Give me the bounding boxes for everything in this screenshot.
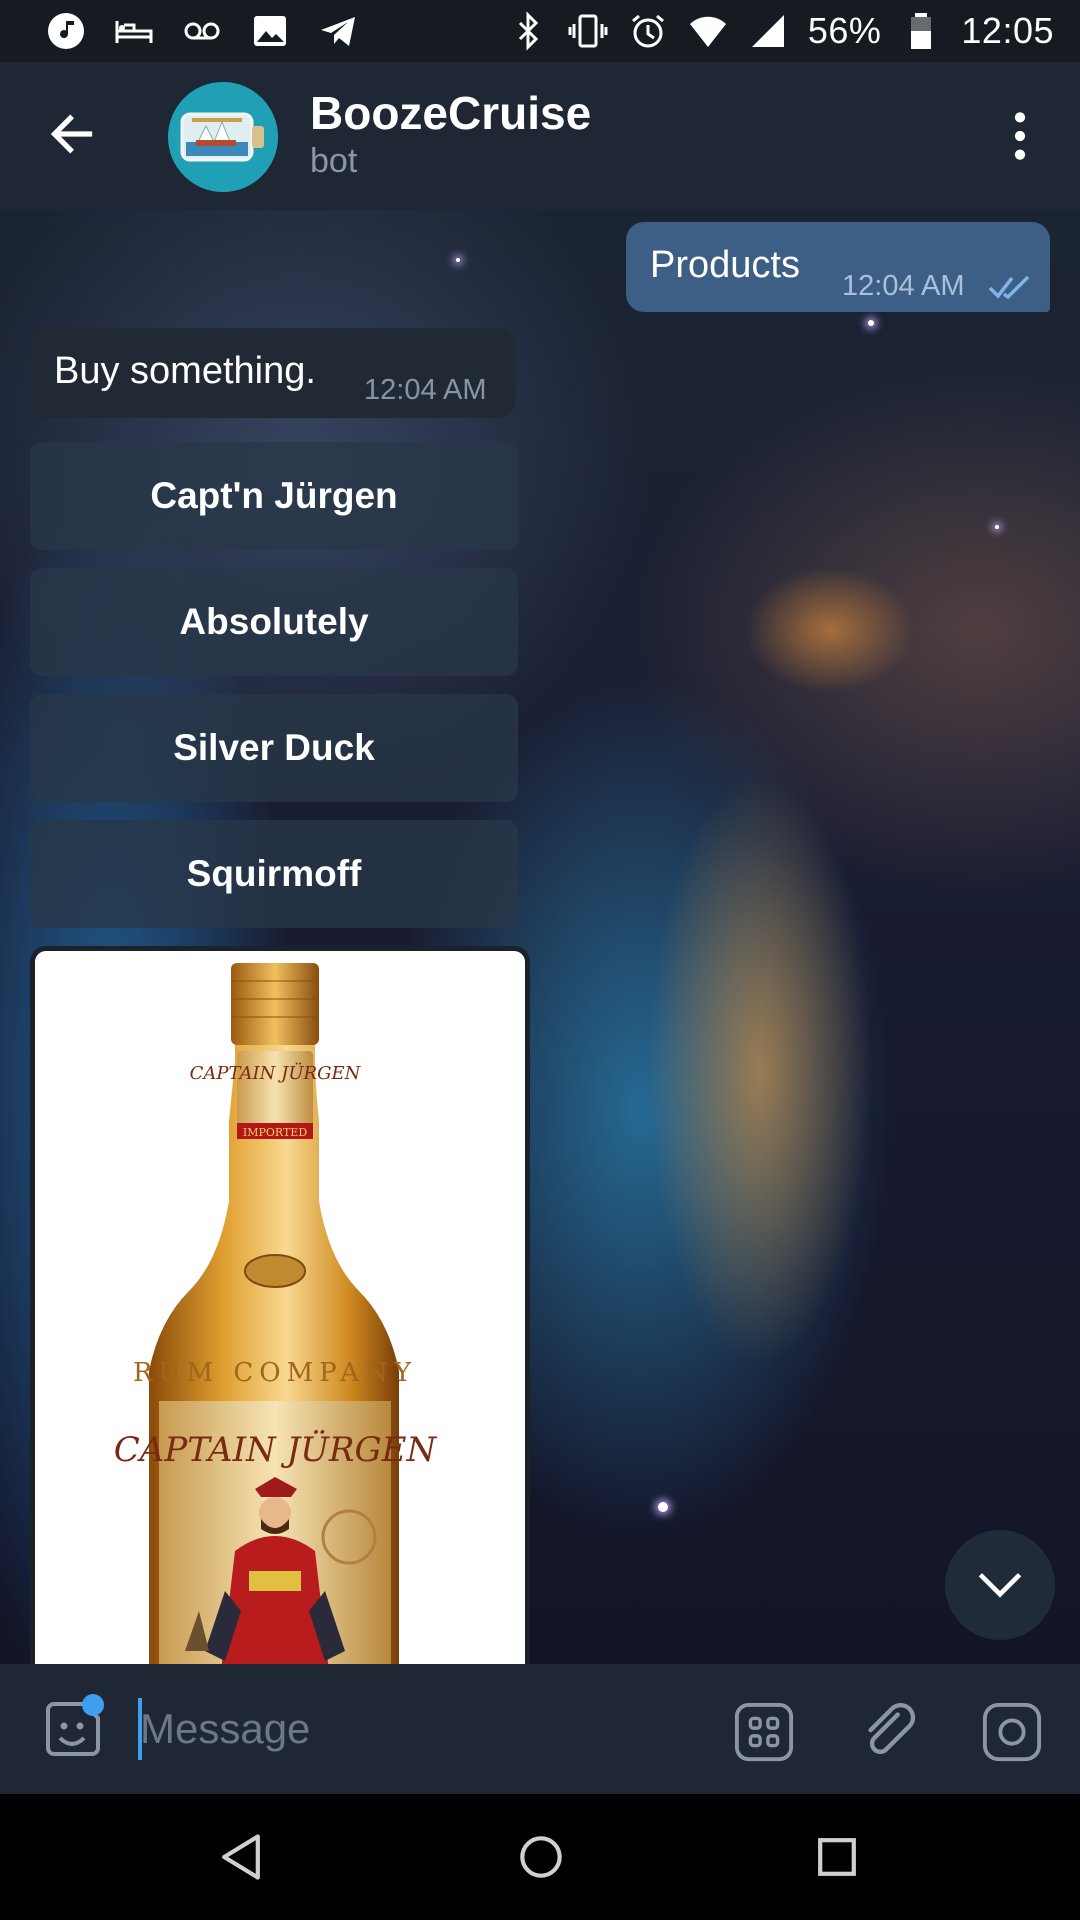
avatar[interactable]	[168, 82, 278, 192]
circle-home-icon	[520, 1836, 562, 1878]
svg-text:CAPTAIN JÜRGEN: CAPTAIN JÜRGEN	[190, 1061, 362, 1084]
arrow-left-icon	[50, 114, 93, 154]
music-icon	[46, 11, 86, 51]
alarm-icon	[628, 11, 668, 51]
scroll-down-button[interactable]	[945, 1530, 1055, 1640]
keyboard-button-silver-duck[interactable]: Silver Duck	[30, 694, 518, 802]
star-decoration	[995, 525, 999, 529]
star-decoration	[456, 258, 460, 262]
message-time: 12:04 AM	[842, 270, 965, 302]
bluetooth-icon	[508, 11, 548, 51]
keyboard-button-squirmoff[interactable]: Squirmoff	[30, 820, 518, 928]
notification-dot	[82, 1694, 104, 1716]
message-text: Buy something.	[54, 350, 316, 392]
ship-in-bottle-icon	[168, 82, 278, 192]
signal-icon	[748, 11, 788, 51]
chat-subtitle: bot	[310, 142, 358, 180]
message-time: 12:04 AM	[364, 374, 487, 406]
navigation-bar	[0, 1794, 1080, 1920]
nav-recents-button[interactable]	[804, 1824, 870, 1890]
message-composer	[0, 1664, 1080, 1794]
chat-area[interactable]: Products 12:04 AM Buy something. 12:04 A…	[0, 210, 1080, 1664]
image-icon	[250, 11, 290, 51]
svg-text:IMPORTED: IMPORTED	[243, 1126, 307, 1139]
status-bar: 56% 12:05	[0, 0, 1080, 62]
chat-header: BoozeCruise bot	[0, 62, 1080, 210]
star-decoration	[658, 1502, 668, 1512]
outgoing-message[interactable]: Products 12:04 AM	[626, 222, 1050, 312]
bed-icon	[114, 11, 154, 51]
back-button[interactable]	[40, 102, 104, 166]
chevron-down-icon	[978, 1573, 1022, 1598]
attach-button[interactable]	[858, 1700, 922, 1764]
wifi-icon	[688, 11, 728, 51]
battery-icon	[901, 11, 941, 51]
message-text: Products	[650, 244, 800, 286]
paperclip-icon	[868, 1703, 916, 1754]
keyboard-grid-icon	[734, 1702, 794, 1762]
keyboard-button-absolutely[interactable]: Absolutely	[30, 568, 518, 676]
incoming-message[interactable]: Buy something. 12:04 AM	[30, 328, 516, 418]
telegram-icon	[318, 11, 358, 51]
square-recents-icon	[818, 1838, 856, 1876]
message-input[interactable]	[140, 1694, 680, 1764]
voicemail-icon	[182, 11, 222, 51]
svg-text:RUM COMPANY: RUM COMPANY	[133, 1358, 417, 1388]
battery-percent: 56%	[807, 10, 882, 51]
chat-title[interactable]: BoozeCruise	[310, 86, 591, 140]
double-check-icon	[988, 274, 1032, 304]
camera-button[interactable]	[980, 1700, 1044, 1764]
nav-home-button[interactable]	[508, 1824, 574, 1890]
vibrate-icon	[568, 11, 608, 51]
camera-icon	[982, 1702, 1042, 1762]
photo-message[interactable]: CAPTAIN JÜRGEN IMPORTED RUM COMPANY CAPT…	[30, 946, 530, 1664]
more-vertical-icon	[1014, 112, 1026, 160]
star-decoration	[868, 320, 874, 326]
nav-back-button[interactable]	[208, 1824, 274, 1890]
rum-bottle-image: CAPTAIN JÜRGEN IMPORTED RUM COMPANY CAPT…	[114, 963, 438, 1664]
triangle-back-icon	[222, 1834, 260, 1880]
clock: 12:05	[961, 10, 1054, 51]
more-options-button[interactable]	[990, 106, 1050, 166]
svg-text:CAPTAIN JÜRGEN: CAPTAIN JÜRGEN	[114, 1429, 438, 1470]
bot-keyboard-button[interactable]	[732, 1700, 796, 1764]
keyboard-button-captn-jurgen[interactable]: Capt'n Jürgen	[30, 442, 518, 550]
